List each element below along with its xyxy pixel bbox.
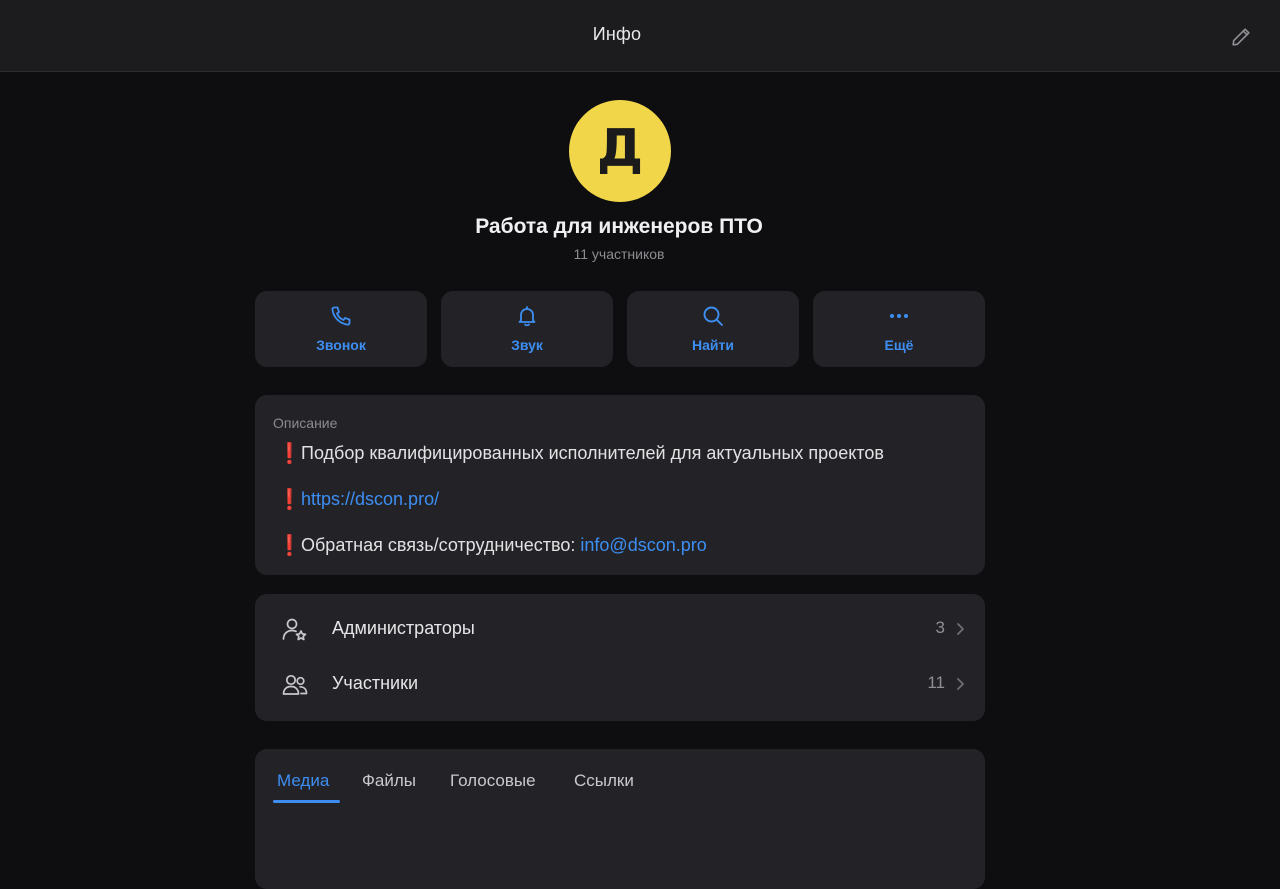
admins-row[interactable]: Администраторы 3 [255, 606, 985, 652]
more-button[interactable]: Ещё [813, 291, 985, 367]
contact-text: Обратная связь/сотрудничество: [301, 534, 581, 555]
members-card: Администраторы 3 Участники 11 [255, 594, 985, 721]
more-icon [890, 314, 908, 318]
shared-media-card: Медиа Файлы Голосовые Ссылки [255, 749, 985, 889]
page-title: Инфо [592, 24, 642, 44]
description-line: ❗ Обратная связь/сотрудничество: info@ds… [273, 533, 707, 557]
sound-button[interactable]: Звук [441, 291, 613, 367]
exclamation-icon: ❗ [277, 534, 302, 557]
phone-icon [331, 306, 351, 326]
sound-button-label: Звук [511, 337, 543, 353]
chevron-right-icon [957, 678, 964, 690]
tab-media[interactable]: Медиа [277, 771, 329, 791]
exclamation-icon: ❗ [277, 488, 302, 511]
admins-count: 3 [935, 618, 945, 637]
search-icon [703, 306, 723, 326]
call-button-label: Звонок [316, 337, 366, 353]
tab-voice[interactable]: Голосовые [450, 771, 536, 791]
members-icon [282, 674, 308, 695]
members-count: 11 [927, 673, 945, 692]
description-line: ❗ https://dscon.pro/ [273, 487, 439, 511]
admin-icon [282, 618, 307, 641]
chevron-right-icon [957, 623, 964, 635]
avatar-letter: Д [596, 119, 644, 179]
description-label: Описание [273, 415, 338, 431]
call-button[interactable]: Звонок [255, 291, 427, 367]
description-text: Подбор квалифицированных исполнителей дл… [301, 442, 884, 463]
exclamation-icon: ❗ [277, 442, 302, 465]
members-label: Участники [332, 673, 418, 693]
website-link[interactable]: https://dscon.pro/ [301, 489, 439, 510]
description-line: ❗ Подбор квалифицированных исполнителей … [273, 441, 884, 465]
pencil-icon [1232, 28, 1250, 46]
tab-links[interactable]: Ссылки [574, 771, 634, 791]
tab-files[interactable]: Файлы [362, 771, 416, 791]
edit-button[interactable] [1224, 22, 1258, 52]
top-bar: Инфо [0, 0, 1280, 72]
action-bar: Звонок Звук Найти Ещё [255, 291, 985, 367]
chat-title: Работа для инженеров ПТО [475, 215, 763, 238]
search-button[interactable]: Найти [627, 291, 799, 367]
admins-label: Администраторы [332, 618, 475, 638]
members-row[interactable]: Участники 11 [255, 661, 985, 707]
bell-icon [518, 306, 536, 327]
email-link[interactable]: info@dscon.pro [580, 535, 706, 556]
search-button-label: Найти [692, 337, 734, 353]
member-count-subtitle: 11 участников [573, 246, 665, 262]
active-tab-indicator [273, 800, 340, 803]
description-card: Описание ❗ Подбор квалифицированных испо… [255, 395, 985, 575]
more-button-label: Ещё [884, 337, 914, 353]
avatar[interactable]: Д [569, 100, 671, 202]
